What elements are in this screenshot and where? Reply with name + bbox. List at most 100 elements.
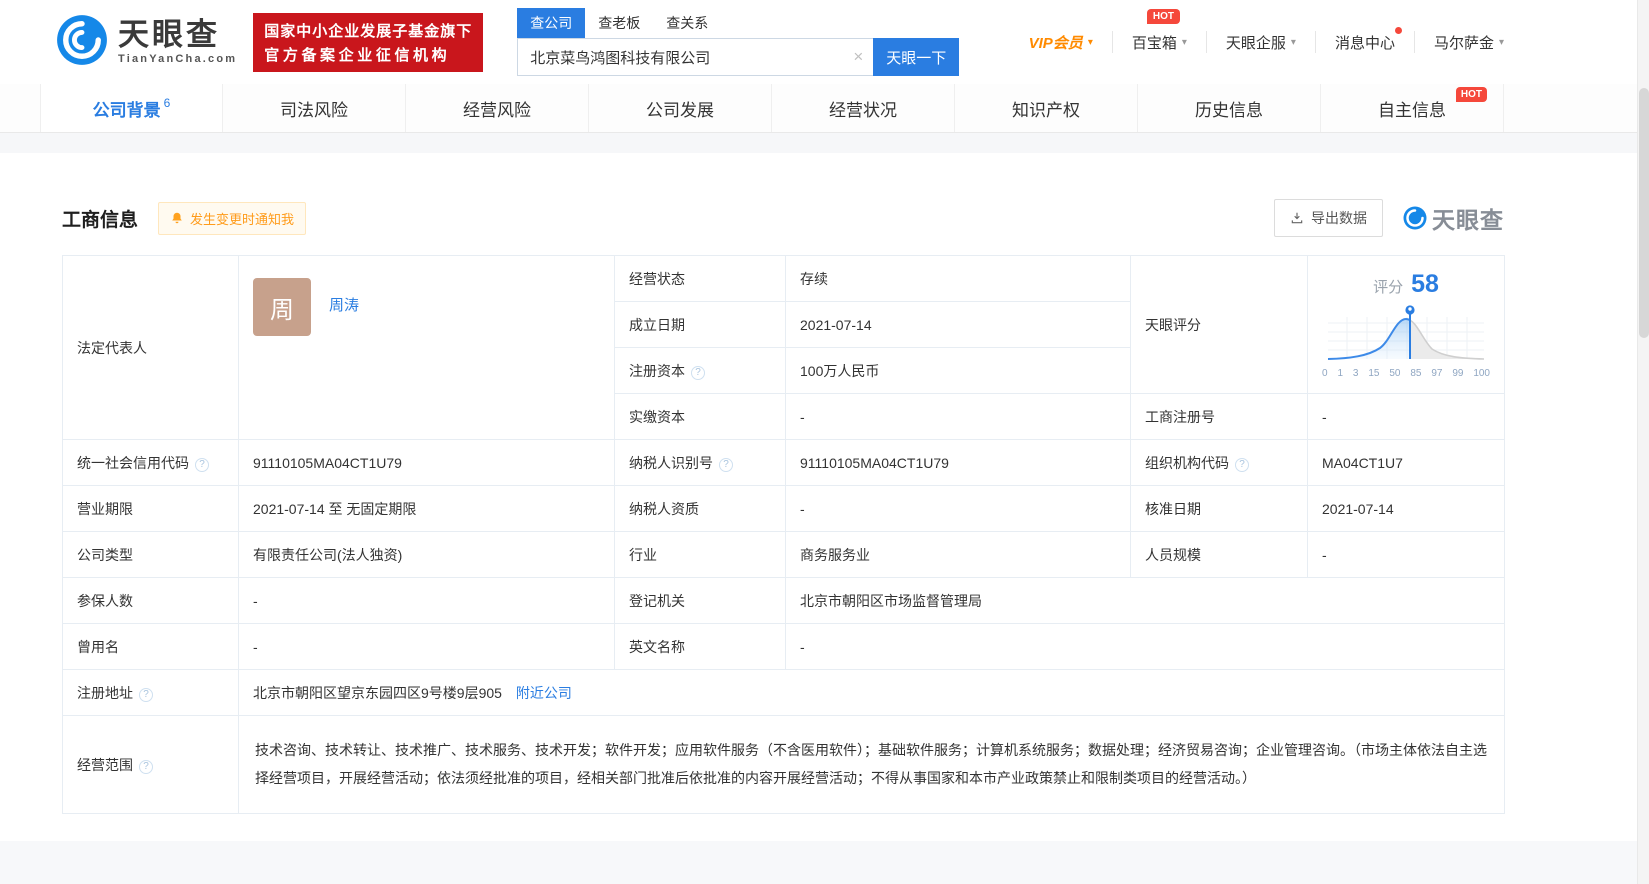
export-data-button[interactable]: 导出数据 xyxy=(1274,199,1383,237)
score-caption: 评分 xyxy=(1373,279,1404,296)
search-input[interactable] xyxy=(518,39,844,75)
field-value-staff-size: - xyxy=(1307,531,1505,578)
field-label-address: 注册地址? xyxy=(62,669,239,716)
nav-message-center[interactable]: 消息中心 xyxy=(1314,27,1414,53)
field-value-est-date: 2021-07-14 xyxy=(785,301,1131,348)
field-label-taxpayer-quality: 纳税人资质 xyxy=(614,485,786,532)
field-value-credit-code: 91110105MA04CT1U79 xyxy=(238,439,615,486)
brand-domain: TianYanCha.com xyxy=(118,53,238,65)
field-value-former-name: - xyxy=(238,623,615,670)
field-label-industry: 行业 xyxy=(614,531,786,578)
field-label-business-scope: 经营范围? xyxy=(62,715,239,814)
field-label-business-term: 营业期限 xyxy=(62,485,239,532)
field-label-legal-rep: 法定代表人 xyxy=(62,255,239,440)
nav-user-menu[interactable]: 马尔萨金 ▾ xyxy=(1413,31,1523,53)
field-value-company-type: 有限责任公司(法人独资) xyxy=(238,531,615,578)
tab-judicial-risk[interactable]: 司法风险 xyxy=(223,84,406,132)
scrollbar-thumb[interactable] xyxy=(1639,88,1649,338)
field-label-staff-size: 人员规模 xyxy=(1130,531,1308,578)
top-nav: VIP会员 ▾ HOT 百宝箱 ▾ 天眼企服 ▾ 消息中心 马尔萨金 ▾ xyxy=(1010,9,1523,53)
hot-badge: HOT xyxy=(1455,87,1487,102)
field-value-legal-rep: 周 周涛 xyxy=(238,255,615,440)
tab-operating-status[interactable]: 经营状况 xyxy=(772,84,955,132)
table-row: 经营范围? 技术咨询、技术转让、技术推广、技术服务、技术开发；软件开发；应用软件… xyxy=(62,715,1505,814)
tab-self-published-info[interactable]: 自主信息 HOT xyxy=(1321,84,1504,132)
tab-operational-risk[interactable]: 经营风险 xyxy=(406,84,589,132)
business-info-section: 工商信息 发生变更时通知我 导出数据 天眼查 法定代表人 周 周涛 经营状态 存… xyxy=(62,199,1505,814)
tab-history-info[interactable]: 历史信息 xyxy=(1138,84,1321,132)
help-icon[interactable]: ? xyxy=(1235,457,1249,472)
search-tab-boss[interactable]: 查老板 xyxy=(585,8,653,38)
field-value-approval-date: 2021-07-14 xyxy=(1307,485,1505,532)
notify-on-change-button[interactable]: 发生变更时通知我 xyxy=(158,201,307,235)
field-label-insured-count: 参保人数 xyxy=(62,577,239,624)
field-label-approval-date: 核准日期 xyxy=(1130,485,1308,532)
bell-icon xyxy=(172,212,182,224)
tianyancha-logo-icon xyxy=(56,14,108,71)
search-tabs: 查公司 查老板 查关系 xyxy=(517,8,959,38)
chevron-down-icon: ▾ xyxy=(1087,36,1093,48)
nav-toolbox[interactable]: HOT 百宝箱 ▾ xyxy=(1111,9,1206,53)
clear-search-icon[interactable]: × xyxy=(843,47,873,67)
help-icon[interactable]: ? xyxy=(719,457,733,472)
field-value-org-code: MA04CT1U7 xyxy=(1307,439,1505,486)
help-icon[interactable]: ? xyxy=(139,759,153,774)
search-button[interactable]: 天眼一下 xyxy=(873,38,960,76)
field-label-org-code: 组织机构代码? xyxy=(1130,439,1308,486)
legal-rep-link[interactable]: 周涛 xyxy=(329,294,359,315)
field-value-registry: 北京市朝阳区市场监督管理局 xyxy=(785,577,1505,624)
gov-credential-badge: 国家中小企业发展子基金旗下 官方备案企业征信机构 xyxy=(253,12,484,72)
table-row: 曾用名 - 英文名称 - xyxy=(62,623,1505,670)
chevron-down-icon: ▾ xyxy=(1181,36,1187,48)
help-icon[interactable]: ? xyxy=(691,365,705,380)
scrollbar-track[interactable] xyxy=(1637,0,1649,884)
username: 马尔萨金 xyxy=(1433,34,1494,52)
search-tab-company[interactable]: 查公司 xyxy=(517,8,586,38)
table-row: 营业期限 2021-07-14 至 无固定期限 纳税人资质 - 核准日期 202… xyxy=(62,485,1505,532)
field-label-tyc-score: 天眼评分 xyxy=(1130,255,1308,394)
company-profile-tabs: 公司背景 6 司法风险 经营风险 公司发展 经营状况 知识产权 历史信息 自主信息… xyxy=(0,84,1649,133)
business-info-table: 法定代表人 周 周涛 经营状态 存续 天眼评分 评分 58 0 1 3 15 5… xyxy=(62,255,1505,814)
chevron-down-icon: ▾ xyxy=(1290,36,1296,48)
field-label-credit-code: 统一社会信用代码? xyxy=(62,439,239,486)
help-icon[interactable]: ? xyxy=(195,457,209,472)
tab-company-development[interactable]: 公司发展 xyxy=(589,84,772,132)
field-value-english-name: - xyxy=(785,623,1505,670)
field-value-address: 北京市朝阳区望京东园四区9号楼9层905 附近公司 xyxy=(238,669,1505,716)
field-value-status: 存续 xyxy=(785,255,1131,302)
score-value: 58 xyxy=(1411,270,1439,298)
table-row: 参保人数 - 登记机关 北京市朝阳区市场监督管理局 xyxy=(62,577,1505,624)
field-label-taxpayer-id: 纳税人识别号? xyxy=(614,439,786,486)
field-label-est-date: 成立日期 xyxy=(614,301,786,348)
field-value-business-scope: 技术咨询、技术转让、技术推广、技术服务、技术开发；软件开发；应用软件服务（不含医… xyxy=(238,715,1505,814)
field-label-paid-capital: 实缴资本 xyxy=(614,393,786,440)
field-value-reg-number: - xyxy=(1307,393,1505,440)
tianyancha-logo[interactable]: 天眼查 TianYanCha.com xyxy=(56,14,237,71)
tab-intellectual-property[interactable]: 知识产权 xyxy=(955,84,1138,132)
field-value-business-term: 2021-07-14 至 无固定期限 xyxy=(238,485,615,532)
field-value-reg-capital: 100万人民币 xyxy=(785,347,1131,394)
field-label-reg-capital: 注册资本? xyxy=(614,347,786,394)
field-label-registry: 登记机关 xyxy=(614,577,786,624)
field-label-reg-number: 工商注册号 xyxy=(1130,393,1308,440)
nav-enterprise-services[interactable]: 天眼企服 ▾ xyxy=(1205,31,1315,53)
brand-name: 天眼查 xyxy=(118,17,220,52)
nearby-companies-link[interactable]: 附近公司 xyxy=(516,685,572,701)
field-value-taxpayer-id: 91110105MA04CT1U79 xyxy=(785,439,1131,486)
chevron-down-icon: ▾ xyxy=(1498,36,1504,48)
hot-badge: HOT xyxy=(1146,9,1180,24)
field-label-company-type: 公司类型 xyxy=(62,531,239,578)
help-icon[interactable]: ? xyxy=(139,687,153,702)
score-distribution-curve: 01 3 15 50 85 97 99 100 xyxy=(1322,301,1490,379)
nav-vip[interactable]: VIP会员 ▾ xyxy=(1010,31,1112,53)
field-value-industry: 商务服务业 xyxy=(785,531,1131,578)
table-row: 法定代表人 周 周涛 经营状态 存续 天眼评分 评分 58 0 1 3 15 5… xyxy=(62,255,1505,440)
search-box: × 天眼一下 xyxy=(517,38,960,76)
section-title: 工商信息 xyxy=(62,209,139,231)
search-area: 查公司 查老板 查关系 × 天眼一下 xyxy=(517,8,960,76)
tyc-score-chart[interactable]: 评分 58 0 1 3 15 50 85 97 99 100 xyxy=(1307,255,1505,394)
avatar[interactable]: 周 xyxy=(253,278,311,336)
tab-company-background[interactable]: 公司背景 6 xyxy=(40,84,223,132)
search-tab-relation[interactable]: 查关系 xyxy=(653,8,721,38)
top-header: 天眼查 TianYanCha.com 国家中小企业发展子基金旗下 官方备案企业征… xyxy=(0,0,1649,84)
